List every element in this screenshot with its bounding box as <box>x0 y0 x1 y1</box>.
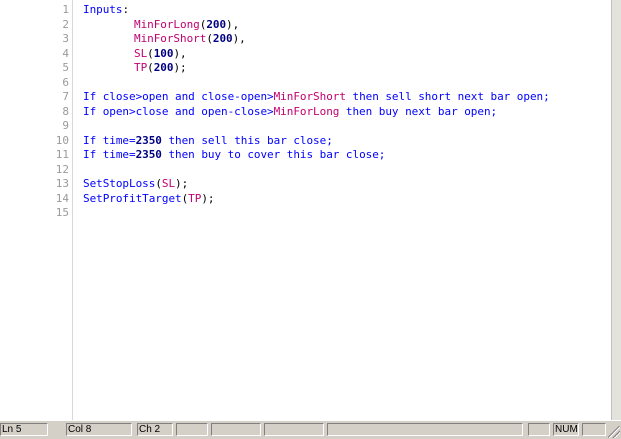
code-line[interactable]: 4 SL(100), <box>0 47 611 61</box>
status-pane-5 <box>528 423 550 436</box>
code-line[interactable]: 9 <box>0 119 611 133</box>
code-text: MinForShort(200), <box>83 32 246 46</box>
code-token: ( <box>147 46 154 60</box>
code-token: If open>close and open-close> <box>83 104 274 118</box>
code-token: MinForLong <box>273 104 340 118</box>
code-token: ( <box>155 177 162 190</box>
code-text: MinForLong(200), <box>83 18 239 32</box>
code-token: then sell this bar close; <box>161 133 333 147</box>
line-number: 4 <box>62 46 69 60</box>
code-token: 200 <box>153 61 174 74</box>
code-token: ), <box>226 17 240 31</box>
code-text: If open>close and open-close>MinForLong … <box>83 105 497 119</box>
code-token: ); <box>201 191 215 205</box>
code-line[interactable]: 2 MinForLong(200), <box>0 18 611 32</box>
code-token: then buy to cover this bar close; <box>161 148 386 161</box>
resize-grip-icon[interactable] <box>608 426 620 438</box>
line-number: 9 <box>62 119 69 132</box>
status-pane-4 <box>327 423 523 436</box>
code-token: : <box>122 3 130 16</box>
status-column: Col 8 <box>66 423 132 436</box>
code-token: If time= <box>83 148 136 161</box>
code-text: SetStopLoss(SL); <box>83 177 188 191</box>
code-text: Inputs: <box>83 3 129 17</box>
code-token: then buy next bar open; <box>339 104 498 118</box>
status-pane-3 <box>264 423 324 436</box>
code-line[interactable]: 1 Inputs: <box>0 3 611 17</box>
code-text: If close>open and close-open>MinForShort… <box>83 90 550 104</box>
code-line[interactable]: 10 If time=2350 then sell this bar close; <box>0 134 611 148</box>
code-token: SL <box>161 177 176 190</box>
code-line[interactable]: 12 <box>0 163 611 177</box>
line-number: 7 <box>62 90 69 103</box>
status-bar: Ln 5 Col 8 Ch 2 NUM <box>0 420 621 439</box>
code-token: ), <box>232 32 246 45</box>
code-text: If time=2350 then sell this bar close; <box>83 134 333 148</box>
line-number: 14 <box>55 191 69 205</box>
code-token: 200 <box>206 17 227 31</box>
code-token: then sell short next bar open; <box>345 90 550 103</box>
code-token: 100 <box>153 46 174 60</box>
code-token: TP <box>134 61 148 74</box>
code-line[interactable]: 7 If close>open and close-open>MinForShor… <box>0 90 611 104</box>
code-line[interactable]: 8 If open>close and open-close>MinForLong… <box>0 105 611 119</box>
code-token: ); <box>173 61 187 74</box>
status-line: Ln 5 <box>0 423 48 436</box>
code-text: If time=2350 then buy to cover this bar … <box>83 148 385 162</box>
code-token: MinForLong <box>134 17 200 31</box>
line-number: 1 <box>62 3 69 16</box>
status-char: Ch 2 <box>137 423 173 436</box>
code-token: If time= <box>83 133 136 147</box>
status-num-lock: NUM <box>553 423 579 436</box>
code-token: SetProfitTarget <box>83 191 182 205</box>
code-token: ( <box>147 61 154 74</box>
code-editor[interactable]: 1 Inputs: 2 MinForLong(200), 3 MinForShort(20… <box>0 0 611 420</box>
code-token: SetStopLoss <box>83 177 156 190</box>
code-token: ), <box>173 46 187 60</box>
code-line[interactable]: 6 <box>0 76 611 90</box>
code-area[interactable]: 1 Inputs: 2 MinForLong(200), 3 MinForShort(20… <box>0 0 611 420</box>
code-token: 2350 <box>135 133 162 147</box>
code-token: If close>open and close-open> <box>83 90 274 103</box>
status-pane-1 <box>176 423 208 436</box>
line-number: 3 <box>62 32 69 45</box>
code-token: 2350 <box>135 148 162 161</box>
code-text: SetProfitTarget(TP); <box>83 191 215 206</box>
code-text: SL(100), <box>83 47 187 61</box>
status-pane-6 <box>582 423 606 436</box>
code-line[interactable]: 13 SetStopLoss(SL); <box>0 177 611 191</box>
status-pane-2 <box>211 423 261 436</box>
code-token: 200 <box>212 32 233 45</box>
code-token: ( <box>206 32 213 45</box>
line-number: 11 <box>55 148 69 161</box>
code-token: SL <box>134 46 148 60</box>
code-token: MinForShort <box>273 90 346 103</box>
vertical-scrollbar[interactable] <box>611 0 621 420</box>
code-token: ); <box>175 177 189 190</box>
line-number: 12 <box>55 162 69 176</box>
code-token: TP <box>188 191 202 205</box>
line-number: 6 <box>62 75 69 89</box>
code-text: TP(200); <box>83 61 187 75</box>
code-line[interactable]: 15 <box>0 206 611 220</box>
line-number: 5 <box>62 61 69 74</box>
code-line[interactable]: 11 If time=2350 then buy to cover this ba… <box>0 148 611 162</box>
code-line[interactable]: 5 TP(200); <box>0 61 611 75</box>
line-number: 8 <box>62 104 69 118</box>
line-number: 10 <box>55 133 69 147</box>
code-line[interactable]: 14 SetProfitTarget(TP); <box>0 192 611 206</box>
code-line[interactable]: 3 MinForShort(200), <box>0 32 611 46</box>
line-number: 13 <box>55 177 69 190</box>
line-number: 2 <box>62 17 69 31</box>
code-token: MinForShort <box>134 32 207 45</box>
line-number: 15 <box>55 206 69 219</box>
code-token: Inputs <box>83 3 123 16</box>
